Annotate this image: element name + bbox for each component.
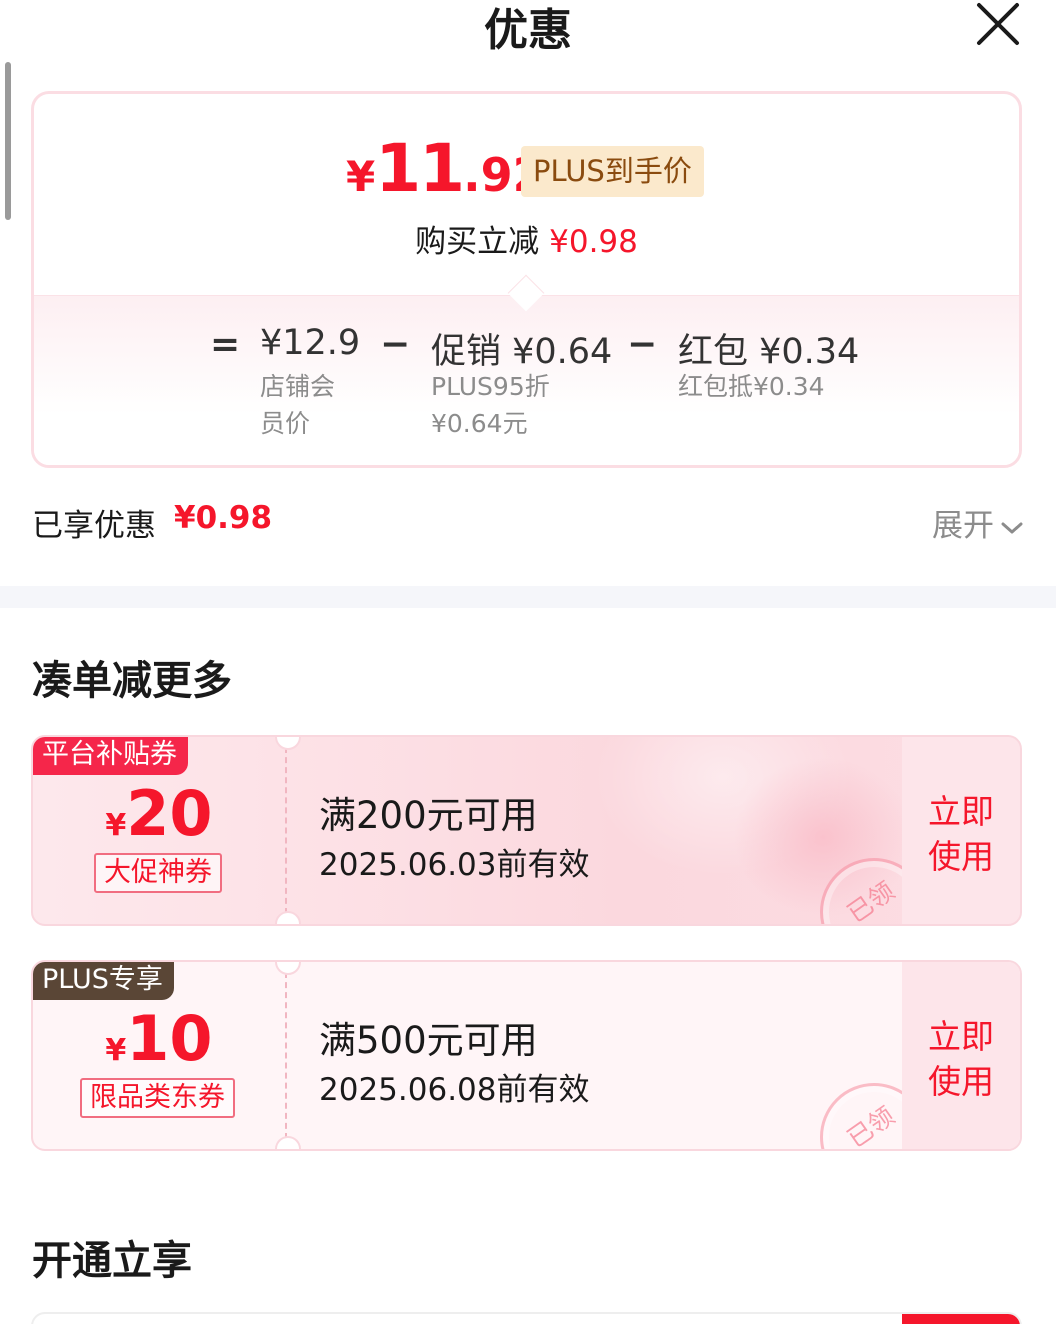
coupon-value-area: PLUS专享 ¥10 限品类东券 <box>33 962 285 1149</box>
coupon-card: PLUS专享 ¥10 限品类东券 满500元可用 2025.06.08前有效 已… <box>31 960 1022 1151</box>
section-title-open: 开通立享 <box>32 1238 192 1284</box>
header: 优惠 <box>0 0 1056 60</box>
reduction-label: 购买立减 <box>415 224 540 260</box>
currency-symbol: ¥ <box>346 152 376 201</box>
minus-sign: − <box>627 324 658 365</box>
membership-action[interactable] <box>902 1314 1020 1324</box>
final-price: ¥11.92 <box>346 130 545 207</box>
expand-label: 展开 <box>932 508 994 544</box>
coupon-currency: ¥ <box>105 808 127 843</box>
enjoyed-discount-row: 已享优惠 ¥0.98 展开 <box>32 500 1024 544</box>
coupon-amount: 20 <box>126 777 213 850</box>
reduction-amount: ¥0.98 <box>549 224 638 260</box>
promo-amount: 促销 ¥0.64 <box>431 332 613 372</box>
coupon-condition: 满500元可用 <box>319 1019 538 1062</box>
page-title: 优惠 <box>484 5 572 56</box>
membership-card <box>31 1312 1022 1324</box>
coupon-currency: ¥ <box>105 1033 127 1068</box>
coupon-tag: PLUS专享 <box>33 962 174 1000</box>
purchase-reduction: 购买立减 ¥0.98 <box>34 216 1019 261</box>
redpacket-amount: 红包 ¥0.34 <box>678 332 860 372</box>
section-divider <box>0 586 1056 608</box>
coupon-separator <box>275 962 301 1149</box>
price-summary-card: ¥11.92 PLUS到手价 购买立减 ¥0.98 = ¥12.9 店铺会员价 −… <box>31 91 1022 468</box>
promo-desc: PLUS95折¥0.64元 <box>431 372 550 438</box>
expand-button[interactable]: 展开 <box>932 500 1024 545</box>
minus-sign: − <box>380 324 411 365</box>
use-now-label: 立即使用 <box>928 792 994 876</box>
coupon-value-area: 平台补贴券 ¥20 大促神券 <box>33 737 285 924</box>
coupon-condition: 满200元可用 <box>319 794 538 837</box>
chevron-down-icon <box>1001 522 1023 533</box>
coupon-card: 平台补贴券 ¥20 大促神券 满200元可用 2025.06.03前有效 已领 … <box>31 735 1022 926</box>
coupon-amount: 10 <box>126 1002 213 1075</box>
coupon-label: 大促神券 <box>94 853 222 893</box>
close-button[interactable] <box>976 2 1020 46</box>
use-now-label: 立即使用 <box>928 1017 994 1101</box>
section-title-more: 凑单减更多 <box>32 658 232 704</box>
stamp-text: 已领 <box>842 1101 900 1151</box>
equals-sign: = <box>210 324 241 365</box>
final-price-integer: 11 <box>375 130 465 207</box>
plus-price-badge: PLUS到手价 <box>521 146 704 197</box>
base-price-amount: ¥12.9 <box>260 323 361 363</box>
base-price-desc: 店铺会员价 <box>260 372 336 438</box>
close-icon <box>977 3 1019 45</box>
stamp-text: 已领 <box>842 876 900 926</box>
redpacket-desc: 红包抵¥0.34 <box>678 372 825 401</box>
coupon-validity: 2025.06.03前有效 <box>319 847 590 883</box>
use-now-button[interactable]: 立即使用 <box>902 737 1020 924</box>
scrollbar[interactable] <box>5 62 11 220</box>
price-top: ¥11.92 PLUS到手价 购买立减 ¥0.98 <box>34 94 1019 295</box>
coupon-separator <box>275 737 301 924</box>
coupon-validity: 2025.06.08前有效 <box>319 1072 590 1108</box>
enjoyed-amount: ¥0.98 <box>174 500 273 536</box>
use-now-button[interactable]: 立即使用 <box>902 962 1020 1149</box>
coupon-value: ¥20 <box>33 777 285 850</box>
coupon-value: ¥10 <box>33 1002 285 1075</box>
coupon-label: 限品类东券 <box>80 1078 235 1118</box>
price-breakdown: = ¥12.9 店铺会员价 − 促销 ¥0.64 PLUS95折¥0.64元 −… <box>34 295 1019 465</box>
coupon-tag: 平台补贴券 <box>33 737 188 775</box>
enjoyed-label: 已享优惠 <box>32 508 156 544</box>
